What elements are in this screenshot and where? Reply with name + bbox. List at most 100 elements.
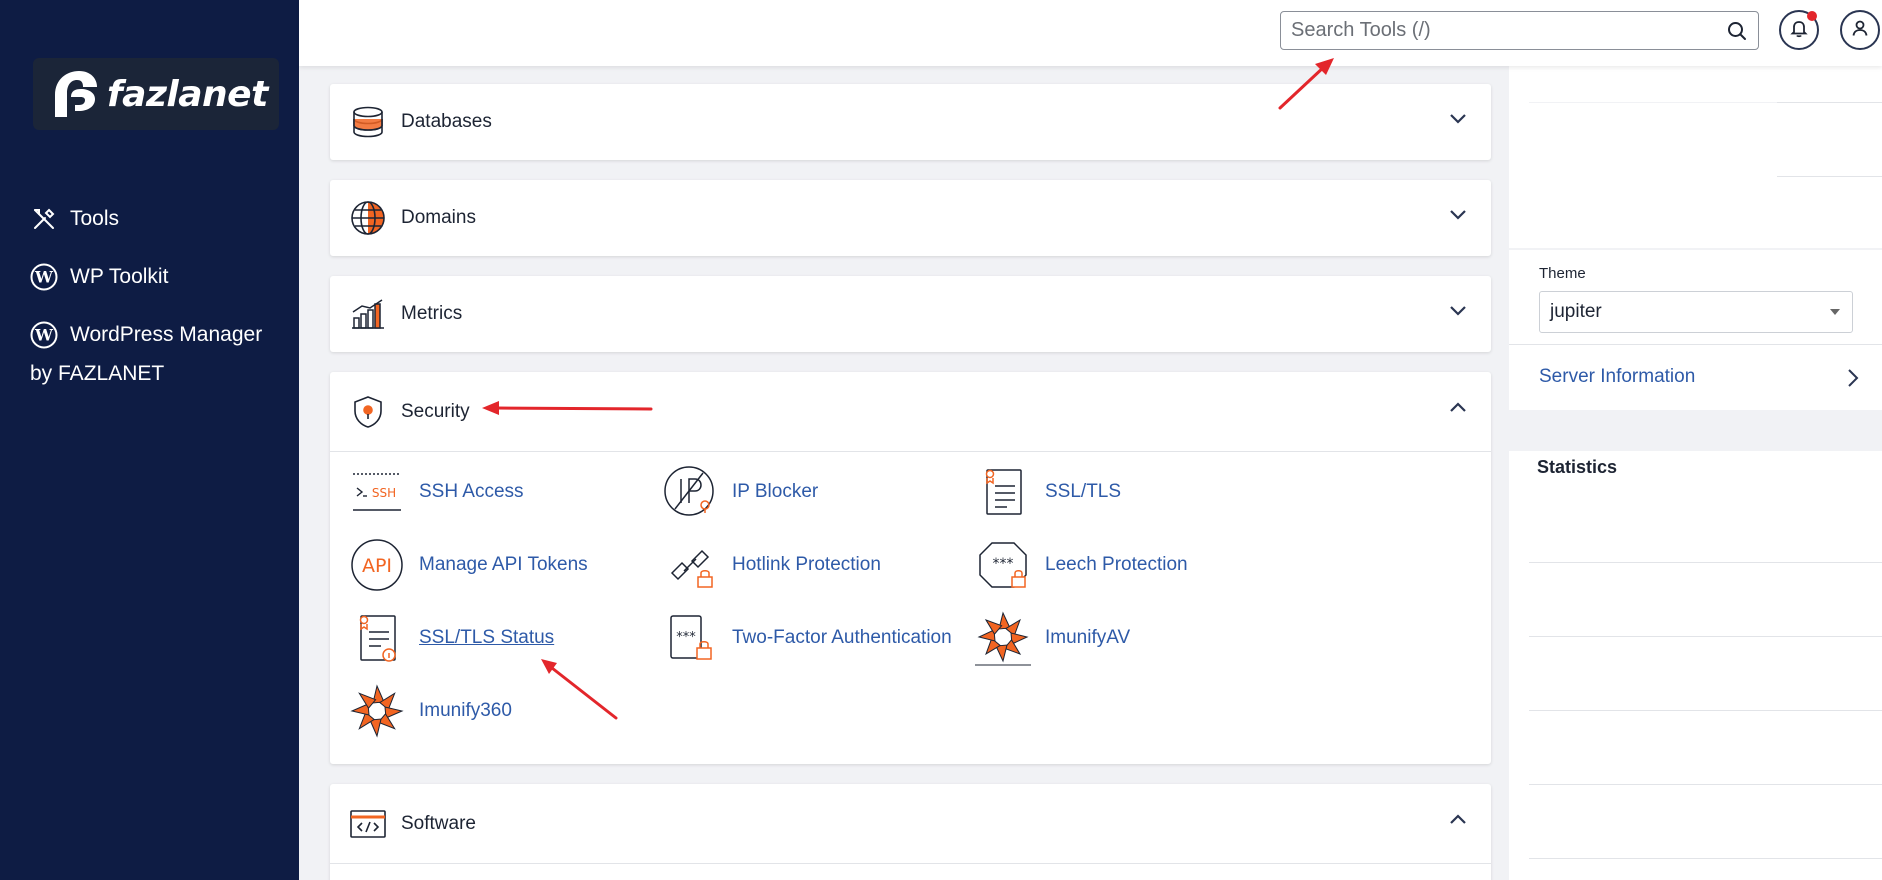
tool-label: SSL/TLS — [1045, 481, 1122, 502]
theme-select[interactable]: jupiter — [1539, 291, 1853, 333]
svg-text:***: *** — [676, 630, 696, 645]
tool-label: Imunify360 — [419, 700, 512, 721]
user-menu-button[interactable] — [1840, 10, 1880, 50]
panel-title: Domains — [401, 207, 476, 228]
tool-manage-api-tokens[interactable]: API Manage API Tokens — [347, 535, 588, 595]
divider — [1509, 344, 1882, 345]
panel-title: Metrics — [401, 303, 463, 324]
two-factor-icon: *** — [660, 608, 720, 668]
search-input[interactable] — [1291, 19, 1711, 42]
divider — [1777, 102, 1882, 103]
globe-icon — [350, 200, 386, 236]
ssh-icon: SSH — [347, 462, 407, 522]
chevron-up-icon[interactable] — [1449, 812, 1467, 830]
panel-header[interactable]: Security — [330, 372, 1491, 451]
tools-icon — [30, 205, 58, 233]
wordpress-icon: W — [30, 321, 58, 349]
svg-text:***: *** — [993, 556, 1014, 572]
sidebar-item-sublabel[interactable]: by FAZLANET — [30, 362, 164, 386]
tool-label: Two-Factor Authentication — [732, 627, 952, 648]
tool-label: Hotlink Protection — [732, 554, 881, 575]
divider — [1529, 784, 1882, 785]
statistics-title: Statistics — [1537, 457, 1618, 477]
security-tools-grid: SSH SSH Access IP Blocker SSL/TLS API Ma… — [330, 451, 1491, 764]
tool-label: Manage API Tokens — [419, 554, 588, 575]
svg-text:W: W — [34, 268, 54, 287]
notification-badge — [1807, 11, 1817, 21]
panel-header[interactable]: Databases — [330, 84, 1491, 160]
tool-label: SSH Access — [419, 481, 524, 502]
panel-domains: Domains — [330, 180, 1491, 256]
tool-ip-blocker[interactable]: IP Blocker — [660, 462, 818, 522]
api-icon: API — [347, 535, 407, 595]
theme-label: Theme — [1539, 265, 1586, 282]
imunify-icon — [973, 608, 1033, 668]
sidebar-item-label: WordPress Manager — [70, 323, 263, 346]
tool-two-factor-authentication[interactable]: *** Two-Factor Authentication — [660, 608, 952, 668]
software-tools-grid — [330, 863, 1491, 880]
sidebar-item-wordpress-manager[interactable]: W WordPress Manager — [30, 321, 262, 349]
ssl-status-icon — [347, 608, 407, 668]
panel-header[interactable]: Software — [330, 784, 1491, 863]
tool-leech-protection[interactable]: *** Leech Protection — [973, 535, 1188, 595]
divider — [1529, 858, 1882, 859]
panel-title: Software — [401, 812, 476, 834]
sidebar-item-label: Tools — [70, 207, 120, 230]
tool-imunify360[interactable]: Imunify360 — [347, 681, 512, 741]
ip-blocker-icon — [660, 462, 720, 522]
logo-text: fazlanet — [107, 73, 268, 115]
wordpress-icon: W — [30, 263, 58, 291]
tool-hotlink-protection[interactable]: Hotlink Protection — [660, 535, 881, 595]
tool-label: Leech Protection — [1045, 554, 1188, 575]
logo-mark-icon — [49, 67, 101, 121]
notifications-button[interactable] — [1779, 10, 1819, 50]
chevron-right-icon[interactable] — [1847, 368, 1859, 393]
tool-ssl-tls[interactable]: SSL/TLS — [973, 462, 1121, 522]
tool-label: SSL/TLS Status — [419, 627, 555, 648]
main-content: Databases Domains Metrics Security SSH S… — [299, 66, 1507, 880]
panel-title: Databases — [401, 111, 492, 132]
server-information-link[interactable]: Server Information — [1539, 366, 1695, 388]
topbar — [299, 0, 1882, 66]
divider — [1529, 636, 1882, 637]
chevron-down-icon[interactable] — [1449, 208, 1467, 226]
tool-imunifyav[interactable]: ImunifyAV — [973, 608, 1130, 668]
imunify-icon — [347, 681, 407, 741]
leech-icon: *** — [973, 535, 1033, 595]
divider — [1777, 176, 1882, 177]
sidebar-item-label: WP Toolkit — [70, 265, 169, 288]
chevron-down-icon[interactable] — [1449, 304, 1467, 322]
chevron-down-icon[interactable] — [1449, 112, 1467, 130]
theme-select-value: jupiter — [1550, 301, 1602, 322]
panel-software: Software — [330, 784, 1491, 880]
sidebar-item-tools[interactable]: Tools — [30, 205, 119, 233]
tool-label: ImunifyAV — [1045, 627, 1131, 648]
svg-text:W: W — [34, 326, 54, 345]
panel-databases: Databases — [330, 84, 1491, 160]
panel-metrics: Metrics — [330, 276, 1491, 352]
tool-ssl-tls-status[interactable]: SSL/TLS Status — [347, 608, 554, 668]
tool-label: IP Blocker — [732, 481, 819, 502]
svg-text:API: API — [362, 555, 392, 577]
sidebar-item-wp-toolkit[interactable]: W WP Toolkit — [30, 263, 168, 291]
brand-logo[interactable]: fazlanet — [33, 58, 279, 130]
panel-header[interactable]: Metrics — [330, 276, 1491, 352]
code-window-icon — [350, 806, 386, 842]
svg-text:SSH: SSH — [372, 486, 396, 500]
panel-header[interactable]: Domains — [330, 180, 1491, 256]
caret-down-icon — [1830, 309, 1840, 315]
divider — [1529, 710, 1882, 711]
database-icon — [350, 104, 386, 140]
user-icon — [1850, 18, 1870, 43]
search-icon[interactable] — [1726, 20, 1748, 47]
statistics-card — [1509, 451, 1882, 880]
tool-ssh-access[interactable]: SSH SSH Access — [347, 462, 524, 522]
search-box[interactable] — [1280, 11, 1759, 50]
divider — [1529, 562, 1882, 563]
divider — [1529, 102, 1777, 103]
shield-icon — [350, 394, 386, 430]
sidebar: fazlanet Tools W WP Toolkit W WordPress … — [0, 0, 299, 880]
metrics-chart-icon — [350, 296, 386, 332]
chevron-up-icon[interactable] — [1449, 400, 1467, 418]
bell-icon — [1789, 18, 1809, 43]
